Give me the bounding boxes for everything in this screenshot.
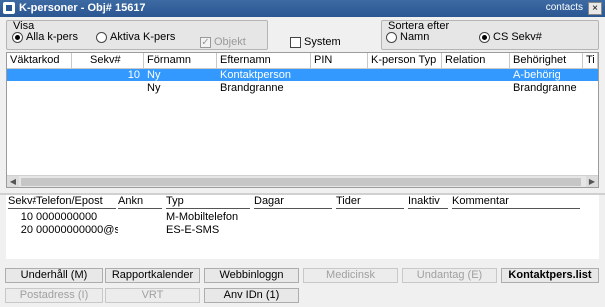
radio-dot-icon xyxy=(12,31,23,43)
radio-dot-icon xyxy=(96,31,107,43)
column-header-k-person-typ[interactable]: K-person Typ xyxy=(368,53,442,69)
column-header-behorighet[interactable]: Behörighet xyxy=(510,53,583,69)
cell-fornamn: Ny xyxy=(147,69,161,81)
contact-telefon: 00000000000@sr xyxy=(36,224,118,236)
column-header-pin[interactable]: PIN xyxy=(311,53,368,69)
context-label: contacts xyxy=(545,2,583,13)
k-person-grid[interactable]: Väktarkod Sekv# Förnamn Efternamn PIN K-… xyxy=(6,52,599,188)
column-header-relation[interactable]: Relation xyxy=(442,53,510,69)
radio-dot-icon xyxy=(386,31,397,43)
rapportkalender-button[interactable]: Rapportkalender xyxy=(105,268,200,283)
contact-typ: M-Mobiltelefon xyxy=(166,211,239,223)
contact-typ: ES-E-SMS xyxy=(166,224,220,236)
column-header-vaktarkod[interactable]: Väktarkod xyxy=(7,53,72,69)
radio-alla-k-pers[interactable]: Alla k-pers xyxy=(12,31,78,43)
column-header-telefon-epost[interactable]: Telefon/Epost xyxy=(36,195,116,209)
system-checkbox-label: System xyxy=(304,36,341,48)
column-header-ankn[interactable]: Ankn xyxy=(118,195,162,209)
cell-fornamn: Ny xyxy=(147,82,161,94)
cell-efternamn: Kontaktperson xyxy=(220,69,291,81)
radio-alla-k-pers-label: Alla k-pers xyxy=(26,31,78,43)
undantag-button[interactable]: Undantag (E) xyxy=(402,268,497,283)
title-bar: K-personer - Obj# 15617 contacts × xyxy=(0,0,605,17)
objekt-checkbox[interactable]: ✓ Objekt xyxy=(200,36,246,48)
column-header-sekv[interactable]: Sekv# xyxy=(72,53,144,69)
radio-aktiva-k-pers[interactable]: Aktiva K-pers xyxy=(96,31,175,43)
postadress-button[interactable]: Postadress (I) xyxy=(5,288,103,303)
vrt-button[interactable]: VRT xyxy=(105,288,200,303)
radio-aktiva-k-pers-label: Aktiva K-pers xyxy=(110,31,176,43)
scrollbar-thumb[interactable] xyxy=(21,178,581,186)
table-row[interactable]: Ny Brandgranne Brandgranne xyxy=(7,82,598,94)
cell-efternamn: Brandgranne xyxy=(220,82,284,94)
window-title: K-personer - Obj# 15617 xyxy=(19,2,146,14)
contact-sekv: 20 xyxy=(20,224,33,236)
checkmark-icon: ✓ xyxy=(200,36,211,48)
contact-sekv: 10 xyxy=(20,211,33,223)
radio-cs-sekv-label: CS Sekv# xyxy=(493,31,542,43)
column-header-sekv[interactable]: Sekv# xyxy=(8,195,36,209)
radio-namn[interactable]: Namn xyxy=(386,31,429,43)
objekt-checkbox-label: Objekt xyxy=(214,36,246,48)
sort-group: Sortera efter Namn CS Sekv# xyxy=(381,20,599,50)
contact-telefon: 0000000000 xyxy=(36,211,98,223)
table-row[interactable]: 10 Ny Kontaktperson A-behörig xyxy=(7,69,598,81)
radio-namn-label: Namn xyxy=(400,31,430,43)
radio-dot-icon xyxy=(479,31,490,43)
scroll-right-icon[interactable]: ▶ xyxy=(586,176,598,187)
close-icon[interactable]: × xyxy=(588,2,602,15)
app-icon xyxy=(3,2,15,14)
system-checkbox[interactable]: System xyxy=(290,36,341,48)
horizontal-scrollbar[interactable]: ◀ ▶ xyxy=(7,175,598,187)
column-header-dagar[interactable]: Dagar xyxy=(254,195,332,209)
column-header-efternamn[interactable]: Efternamn xyxy=(217,53,311,69)
column-header-fornamn[interactable]: Förnamn xyxy=(144,53,217,69)
checkbox-box-icon xyxy=(290,36,301,48)
underhall-button[interactable]: Underhåll (M) xyxy=(5,268,103,283)
scroll-left-icon[interactable]: ◀ xyxy=(7,176,19,187)
column-header-inaktiv[interactable]: Inaktiv xyxy=(408,195,448,209)
column-header-ti[interactable]: Ti xyxy=(583,53,598,69)
cell-sekv: 10 xyxy=(127,69,140,81)
radio-cs-sekv[interactable]: CS Sekv# xyxy=(479,31,542,43)
webbinloggn-button[interactable]: Webbinloggn xyxy=(204,268,299,283)
contact-details-list[interactable]: Sekv# Telefon/Epost Ankn Typ Dagar Tider… xyxy=(6,195,599,259)
cell-behorighet: Brandgranne xyxy=(513,82,577,94)
anv-idn-button[interactable]: Anv IDn (1) xyxy=(204,288,299,303)
medicinsk-button[interactable]: Medicinsk xyxy=(303,268,398,283)
column-header-typ[interactable]: Typ xyxy=(166,195,250,209)
column-header-kommentar[interactable]: Kommentar xyxy=(452,195,580,209)
column-header-tider[interactable]: Tider xyxy=(336,195,404,209)
kontaktpers-list-button[interactable]: Kontaktpers.list xyxy=(501,268,599,283)
cell-behorighet: A-behörig xyxy=(513,69,561,81)
